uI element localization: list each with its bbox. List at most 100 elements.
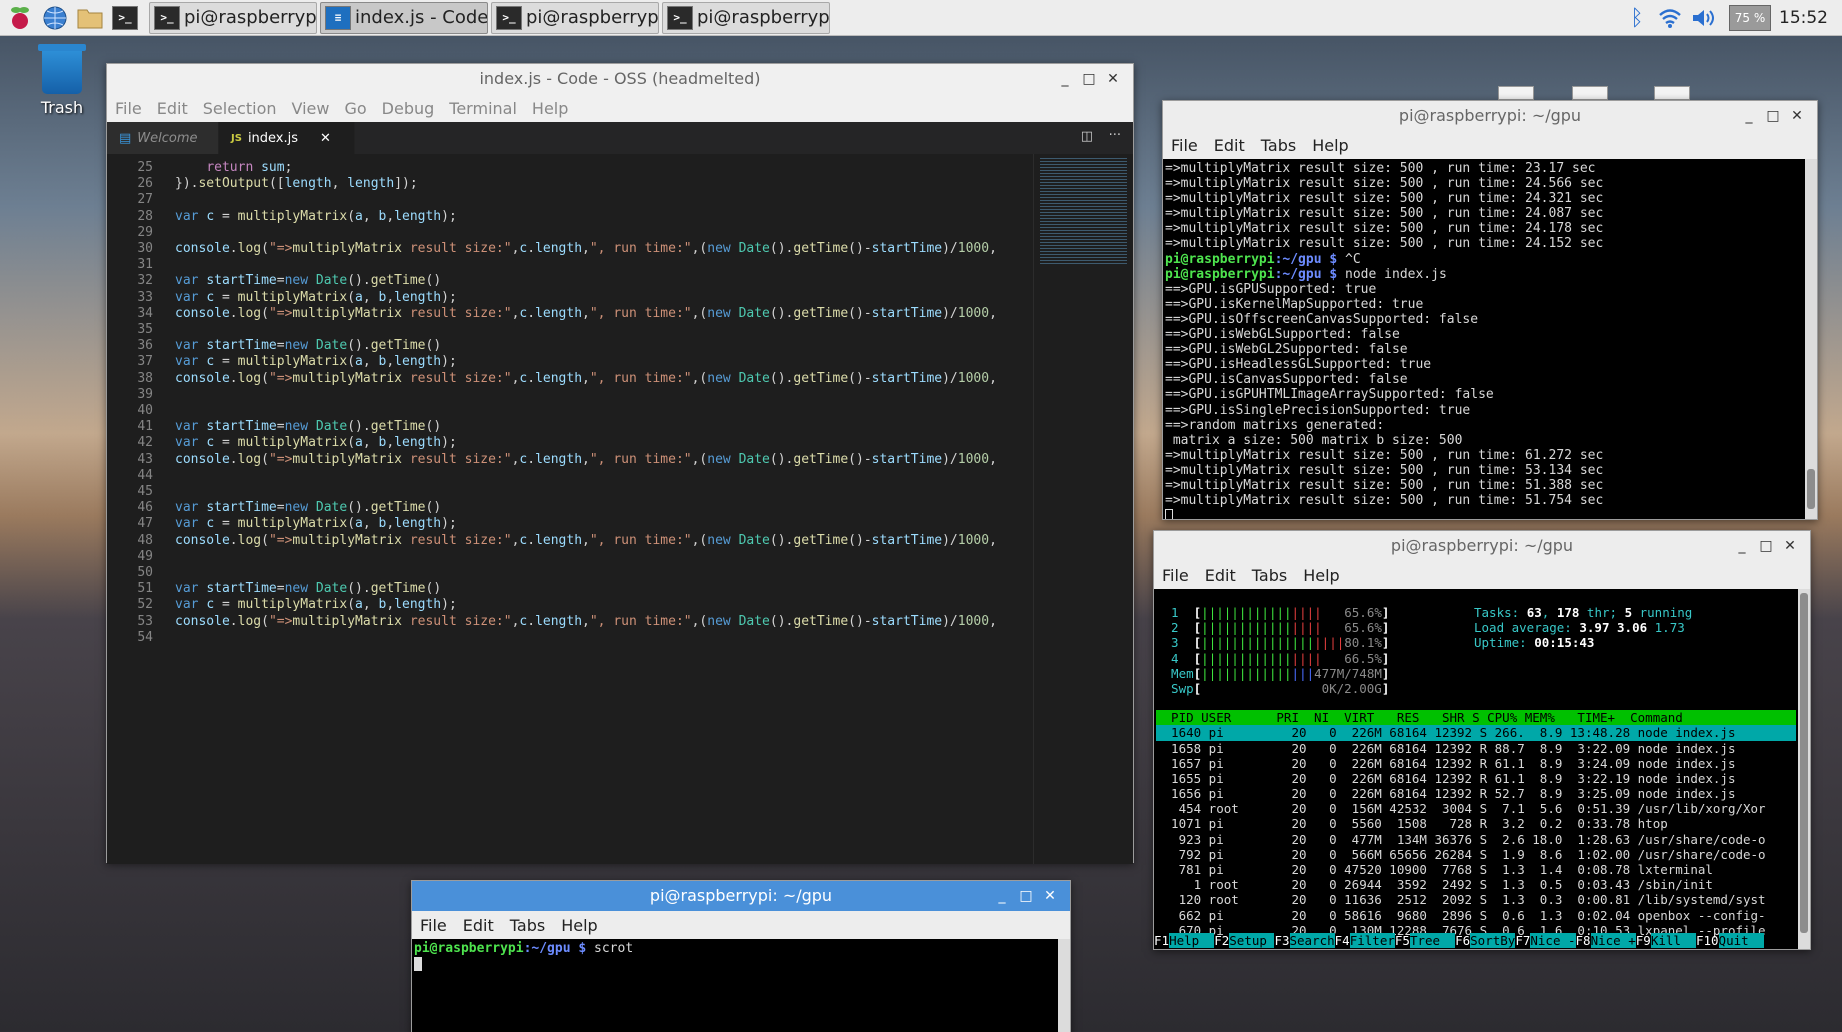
htop-fkey[interactable]: F5: [1395, 933, 1410, 948]
menu-terminal[interactable]: Terminal: [449, 99, 517, 118]
htop-fkey-label[interactable]: Quit: [1718, 933, 1764, 948]
tab-close-icon[interactable]: ✕: [320, 131, 331, 146]
htop-process-row[interactable]: 1655 pi 20 0 226M 68164 12392 R 61.1 8.9…: [1156, 771, 1796, 786]
minimize-icon[interactable]: _: [1053, 64, 1077, 94]
htop-fkey-label[interactable]: Tree: [1409, 933, 1456, 948]
menu-file[interactable]: File: [115, 99, 142, 118]
htop-process-row[interactable]: 1658 pi 20 0 226M 68164 12392 R 88.7 8.9…: [1156, 741, 1796, 756]
wifi-icon[interactable]: [1653, 8, 1687, 28]
close-icon[interactable]: ✕: [1101, 64, 1125, 94]
menu-help[interactable]: Help: [532, 99, 568, 118]
menu-file[interactable]: File: [420, 916, 447, 935]
htop-process-row[interactable]: 1640 pi 20 0 226M 68164 12392 S 266. 8.9…: [1156, 725, 1796, 741]
htop-fkey[interactable]: F7: [1515, 933, 1530, 948]
menu-edit[interactable]: Edit: [463, 916, 494, 935]
trash-desktop-icon[interactable]: Trash: [30, 44, 94, 117]
menu-edit[interactable]: Edit: [1205, 566, 1236, 585]
minimize-icon[interactable]: _: [990, 881, 1014, 911]
menu-go[interactable]: Go: [344, 99, 366, 118]
minimize-icon[interactable]: _: [1730, 531, 1754, 561]
close-icon[interactable]: ✕: [1038, 881, 1062, 911]
maximize-icon[interactable]: □: [1014, 881, 1038, 911]
menu-debug[interactable]: Debug: [382, 99, 435, 118]
htop-process-row[interactable]: 1657 pi 20 0 226M 68164 12392 R 61.1 8.9…: [1156, 756, 1796, 771]
line-number: 40: [137, 403, 153, 418]
htop-fkey[interactable]: F2: [1214, 933, 1229, 948]
terminal-scrollbar[interactable]: [1058, 939, 1070, 1032]
taskbar-task-terminal-2[interactable]: >_pi@raspberrypi: ~/gpu: [491, 1, 659, 34]
maximize-icon[interactable]: □: [1077, 64, 1101, 94]
htop-output[interactable]: 1 [|||||||||||||||| 65.6%] 2 [||||||||||…: [1154, 589, 1810, 949]
htop-fkey-label[interactable]: Setup: [1229, 933, 1275, 948]
htop-process-row[interactable]: 1656 pi 20 0 226M 68164 12392 R 52.7 8.9…: [1156, 786, 1796, 801]
maximize-icon[interactable]: □: [1761, 101, 1785, 131]
htop-fkey[interactable]: F4: [1335, 933, 1350, 948]
htop-process-row[interactable]: 120 root 20 0 11636 2512 2092 S 1.3 0.3 …: [1156, 892, 1796, 907]
more-actions-icon[interactable]: ···: [1109, 128, 1121, 143]
line-number: 41: [137, 419, 153, 435]
tab-index-js[interactable]: JS index.js ✕: [219, 122, 355, 154]
htop-process-row[interactable]: 1 root 20 0 26944 3592 2492 S 1.3 0.5 0:…: [1156, 877, 1796, 892]
htop-fkey-label[interactable]: Help: [1169, 933, 1215, 948]
htop-fkey-label[interactable]: Nice +: [1590, 933, 1636, 948]
tab-welcome[interactable]: ▤ Welcome: [107, 122, 219, 154]
menu-help[interactable]: Help: [561, 916, 597, 935]
terminal-output[interactable]: =>multiplyMatrix result size: 500 , run …: [1163, 159, 1817, 519]
htop-fkey-label[interactable]: Filter: [1349, 933, 1395, 948]
htop-process-row[interactable]: 923 pi 20 0 477M 134M 36376 S 2.6 18.0 1…: [1156, 832, 1796, 847]
htop-fkey[interactable]: F8: [1576, 933, 1591, 948]
menu-edit[interactable]: Edit: [157, 99, 188, 118]
menu-view[interactable]: View: [292, 99, 330, 118]
close-icon[interactable]: ✕: [1785, 101, 1809, 131]
raspberry-menu-icon[interactable]: [5, 3, 35, 33]
htop-fkey[interactable]: F6: [1455, 933, 1470, 948]
htop-fkey-label[interactable]: Search: [1289, 933, 1335, 948]
htop-fkey[interactable]: F9: [1636, 933, 1651, 948]
htop-process-row[interactable]: 1071 pi 20 0 5560 1508 728 R 3.2 0.2 0:3…: [1156, 816, 1796, 831]
file-manager-icon[interactable]: [75, 3, 105, 33]
cpu-monitor[interactable]: 75 %: [1729, 5, 1771, 31]
taskbar-task-vscode[interactable]: ≡index.js - Code - OSS ...: [320, 1, 488, 34]
minimize-icon[interactable]: _: [1737, 101, 1761, 131]
terminal-line: =>multiplyMatrix result size: 500 , run …: [1165, 236, 1604, 252]
code-text: var c = multiplyMatrix(a, b,length);: [175, 516, 457, 532]
clock[interactable]: 15:52: [1779, 8, 1828, 28]
menu-file[interactable]: File: [1171, 136, 1198, 155]
htop-fkey[interactable]: F1: [1154, 933, 1169, 948]
menu-tabs[interactable]: Tabs: [1252, 566, 1287, 585]
htop-fkey[interactable]: F3: [1274, 933, 1289, 948]
terminal-line: =>multiplyMatrix result size: 500 , run …: [1165, 161, 1596, 176]
htop-process-row[interactable]: 781 pi 20 0 47520 10900 7768 S 1.3 1.4 0…: [1156, 862, 1796, 877]
bluetooth-icon[interactable]: ᛒ: [1621, 6, 1653, 31]
volume-icon[interactable]: [1687, 8, 1721, 28]
terminal-scrollbar[interactable]: [1798, 589, 1810, 949]
htop-fkey-label[interactable]: Kill: [1650, 933, 1696, 948]
terminal-line: ==>GPU.isGPUSupported: true: [1165, 281, 1377, 297]
htop-fkey[interactable]: F10: [1696, 933, 1719, 948]
htop-process-row[interactable]: 792 pi 20 0 566M 65656 26284 S 1.9 8.6 1…: [1156, 847, 1796, 862]
htop-fkey-label[interactable]: SortBy: [1470, 933, 1516, 948]
terminal-window-bottom: pi@raspberrypi: ~/gpu _ □ ✕ File Edit Tabs…: [411, 880, 1071, 1032]
maximize-icon[interactable]: □: [1754, 531, 1778, 561]
menu-selection[interactable]: Selection: [203, 99, 277, 118]
code-editor[interactable]: 25 return sum; 26}).setOutput([length, le…: [107, 154, 1133, 864]
menu-tabs[interactable]: Tabs: [1261, 136, 1296, 155]
terminal-scrollbar[interactable]: [1805, 159, 1817, 519]
terminal-launcher-icon[interactable]: >_: [110, 3, 140, 33]
web-browser-icon[interactable]: [40, 3, 70, 33]
taskbar-task-terminal-3[interactable]: >_pi@raspberrypi: ~/gpu: [662, 1, 830, 34]
close-icon[interactable]: ✕: [1778, 531, 1802, 561]
split-editor-icon[interactable]: ◫: [1081, 129, 1093, 144]
htop-fkey-label[interactable]: Nice -: [1530, 933, 1576, 948]
htop-process-row[interactable]: 662 pi 20 0 58616 9680 2896 S 0.6 1.3 0:…: [1156, 908, 1796, 923]
menu-help[interactable]: Help: [1303, 566, 1339, 585]
htop-process-row[interactable]: 454 root 20 0 156M 42532 3004 S 7.1 5.6 …: [1156, 801, 1796, 816]
menu-tabs[interactable]: Tabs: [510, 916, 545, 935]
line-number: 48: [137, 532, 153, 548]
minimap[interactable]: [1033, 154, 1133, 864]
taskbar-task-terminal-1[interactable]: >_pi@raspberrypi: ~/gpu: [149, 1, 317, 34]
menu-help[interactable]: Help: [1312, 136, 1348, 155]
menu-edit[interactable]: Edit: [1214, 136, 1245, 155]
menu-file[interactable]: File: [1162, 566, 1189, 585]
terminal-output[interactable]: pi@raspberrypi:~/gpu $ scrot: [412, 939, 1070, 1032]
